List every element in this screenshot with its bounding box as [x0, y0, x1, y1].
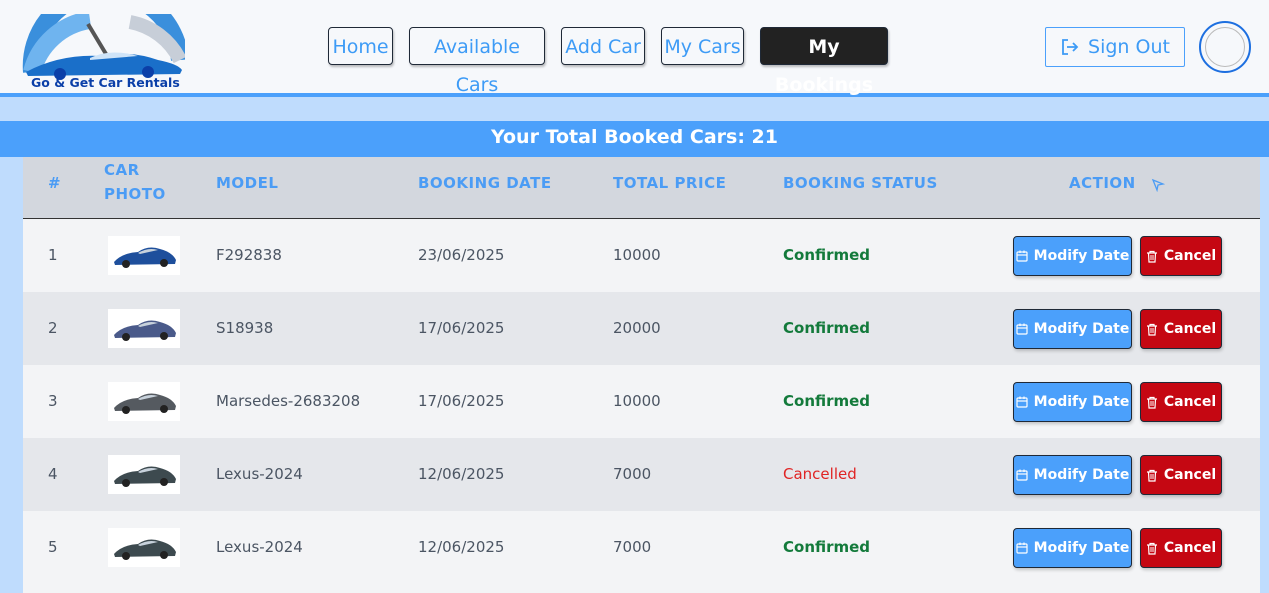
- row-total-price: 7000: [613, 465, 652, 483]
- cancel-booking-button[interactable]: Cancel: [1140, 528, 1222, 568]
- row-total-price: 7000: [613, 538, 652, 556]
- header-car-photo-line2: PHOTO: [104, 185, 166, 203]
- user-avatar[interactable]: [1199, 21, 1251, 73]
- modify-date-label: Modify Date: [1033, 321, 1130, 337]
- row-number: 3: [48, 392, 58, 410]
- row-booking-status: Confirmed: [783, 538, 871, 556]
- car-photo[interactable]: [108, 309, 180, 348]
- table-row: 5 Lexus-2024 12/06/2025 7000 Confirmed M…: [23, 511, 1260, 584]
- modify-date-label: Modify Date: [1033, 467, 1130, 483]
- row-model: F292838: [216, 246, 282, 264]
- cancel-label: Cancel: [1163, 467, 1217, 483]
- table-row: 3 Marsedes-2683208 17/06/2025 10000 Conf…: [23, 365, 1260, 438]
- total-booked-banner: Your Total Booked Cars: 21: [0, 121, 1269, 157]
- row-booking-status: Confirmed: [783, 319, 871, 337]
- cancel-booking-button[interactable]: Cancel: [1140, 382, 1222, 422]
- header-booking-date: BOOKING DATE: [418, 174, 552, 192]
- table-header: # CAR PHOTO MODEL BOOKING DATE TOTAL PRI…: [23, 157, 1260, 219]
- modify-date-label: Modify Date: [1033, 248, 1130, 264]
- modify-date-button[interactable]: Modify Date: [1013, 455, 1132, 495]
- cancel-label: Cancel: [1163, 321, 1217, 337]
- bookings-table: # CAR PHOTO MODEL BOOKING DATE TOTAL PRI…: [23, 157, 1260, 593]
- cancel-booking-button[interactable]: Cancel: [1140, 236, 1222, 276]
- calendar-icon: [1016, 323, 1028, 335]
- row-number: 2: [48, 319, 58, 337]
- car-photo[interactable]: [108, 382, 180, 421]
- calendar-icon: [1016, 250, 1028, 262]
- row-booking-status: Confirmed: [783, 392, 871, 410]
- row-booking-status: Confirmed: [783, 246, 871, 264]
- navbar: Go & Get Car Rentals Home Available Cars…: [0, 0, 1269, 97]
- sign-out-icon: [1062, 39, 1079, 55]
- row-booking-date: 23/06/2025: [418, 246, 505, 264]
- row-booking-date: 17/06/2025: [418, 319, 505, 337]
- sign-out-button[interactable]: Sign Out: [1045, 27, 1185, 67]
- row-booking-date: 12/06/2025: [418, 465, 505, 483]
- nav-add-car-button[interactable]: Add Car: [561, 27, 645, 65]
- cancel-label: Cancel: [1163, 248, 1217, 264]
- nav-home-button[interactable]: Home: [328, 27, 393, 65]
- cancel-label: Cancel: [1163, 540, 1217, 556]
- brand-name: Go & Get Car Rentals: [31, 75, 180, 90]
- cursor-icon: [1151, 178, 1165, 192]
- nav-my-bookings-button[interactable]: My Bookings: [760, 27, 888, 96]
- trash-icon: [1146, 250, 1157, 263]
- trash-icon: [1146, 396, 1157, 409]
- header-booking-status: BOOKING STATUS: [783, 174, 938, 192]
- car-photo[interactable]: [108, 528, 180, 567]
- calendar-icon: [1016, 469, 1028, 481]
- car-photo[interactable]: [108, 236, 180, 275]
- trash-icon: [1146, 469, 1157, 482]
- modify-date-button[interactable]: Modify Date: [1013, 309, 1132, 349]
- table-row: 4 Lexus-2024 12/06/2025 7000 Cancelled M…: [23, 438, 1260, 511]
- modify-date-label: Modify Date: [1033, 540, 1130, 556]
- nav-available-cars-button[interactable]: Available Cars: [409, 27, 545, 96]
- row-model: Lexus-2024: [216, 538, 303, 556]
- row-number: 1: [48, 246, 58, 264]
- cancel-label: Cancel: [1163, 394, 1217, 410]
- trash-icon: [1146, 323, 1157, 336]
- header-action: ACTION: [1069, 174, 1136, 192]
- header-total-price: TOTAL PRICE: [613, 174, 727, 192]
- header-car-photo-line1: CAR: [104, 161, 140, 179]
- cancel-booking-button[interactable]: Cancel: [1140, 455, 1222, 495]
- trash-icon: [1146, 542, 1157, 555]
- calendar-icon: [1016, 542, 1028, 554]
- modify-date-button[interactable]: Modify Date: [1013, 382, 1132, 422]
- row-number: 5: [48, 538, 58, 556]
- table-row: 2 S18938 17/06/2025 20000 Confirmed Modi…: [23, 292, 1260, 365]
- table-row: 1 F292838 23/06/2025 10000 Confirmed Mod…: [23, 219, 1260, 292]
- nav-my-cars-button[interactable]: My Cars: [661, 27, 744, 65]
- header-number: #: [48, 174, 62, 192]
- row-model: S18938: [216, 319, 274, 337]
- cancel-booking-button[interactable]: Cancel: [1140, 309, 1222, 349]
- sign-out-label: Sign Out: [1088, 36, 1170, 58]
- modify-date-button[interactable]: Modify Date: [1013, 528, 1132, 568]
- row-number: 4: [48, 465, 58, 483]
- row-total-price: 10000: [613, 246, 661, 264]
- calendar-icon: [1016, 396, 1028, 408]
- modify-date-button[interactable]: Modify Date: [1013, 236, 1132, 276]
- row-total-price: 10000: [613, 392, 661, 410]
- row-booking-date: 12/06/2025: [418, 538, 505, 556]
- row-booking-date: 17/06/2025: [418, 392, 505, 410]
- row-model: Lexus-2024: [216, 465, 303, 483]
- modify-date-label: Modify Date: [1033, 394, 1130, 410]
- car-photo[interactable]: [108, 455, 180, 494]
- row-total-price: 20000: [613, 319, 661, 337]
- row-model: Marsedes-2683208: [216, 392, 361, 410]
- header-model: MODEL: [216, 174, 279, 192]
- row-booking-status: Cancelled: [783, 465, 857, 483]
